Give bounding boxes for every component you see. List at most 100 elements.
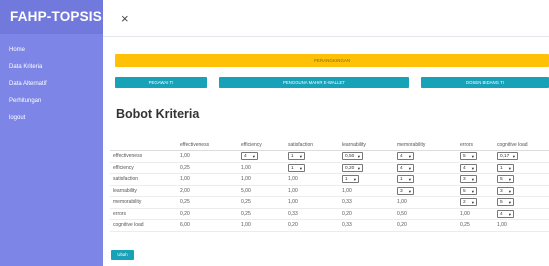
comparison-select[interactable]: 3 ▾ xyxy=(460,175,477,184)
select-value: 5 xyxy=(500,177,503,183)
column-header xyxy=(110,139,177,151)
chevron-down-icon: ▾ xyxy=(471,188,474,194)
table-cell: 3 ▾ xyxy=(494,185,549,197)
cell-value: 0,20 xyxy=(180,210,190,217)
page-title: Bobot Kriteria xyxy=(116,107,200,121)
cell-value: 0,50 xyxy=(397,210,407,217)
table-cell: 0,25 xyxy=(238,196,285,209)
table-cell: 1,00 xyxy=(238,173,285,186)
sidebar-item-data-kriteria[interactable]: Data Kriteria xyxy=(0,59,103,76)
chevron-down-icon: ▾ xyxy=(353,177,356,183)
comparison-select[interactable]: 4 ▾ xyxy=(241,152,258,161)
perangkingan-button[interactable]: PERANGKINGAN xyxy=(115,54,549,67)
comparison-select[interactable]: 0,20 ▾ xyxy=(342,163,363,172)
select-value: 2 xyxy=(463,200,466,206)
select-value: 1 xyxy=(345,177,348,183)
cell-value: 6,00 xyxy=(180,222,190,229)
chevron-down-icon: ▾ xyxy=(508,188,511,194)
cell-value: 1,00 xyxy=(288,199,298,206)
table-cell: 1 ▾ xyxy=(285,162,339,174)
table-cell: 0,50 ▾ xyxy=(339,150,394,163)
row-label: efficiency xyxy=(110,162,177,174)
cell-value: 1,00 xyxy=(342,187,352,194)
table-row: learnability 2,00 5,00 1,00 1,00 3 ▾ 5 ▾ 3 ▾ xyxy=(110,185,549,197)
row-label: cognitive load xyxy=(110,219,177,232)
comparison-select[interactable]: 0,17 ▾ xyxy=(497,152,518,161)
table-cell: 4 ▾ xyxy=(394,150,457,163)
comparison-select[interactable]: 3 ▾ xyxy=(497,186,514,195)
select-value: 5 xyxy=(463,188,466,194)
table-cell: 1,00 xyxy=(177,150,238,163)
comparison-select[interactable]: 3 ▾ xyxy=(397,186,414,195)
column-header: satisfaction xyxy=(285,139,339,151)
comparison-select[interactable]: 5 ▾ xyxy=(460,152,477,161)
cell-value: 1,00 xyxy=(241,176,251,183)
select-value: 1 xyxy=(291,165,294,171)
comparison-select[interactable]: 2 ▾ xyxy=(460,198,477,207)
cell-value: 1,00 xyxy=(241,164,251,171)
chevron-down-icon: ▾ xyxy=(408,177,411,183)
column-header: cognitive load xyxy=(494,139,549,151)
table-cell: 1,00 xyxy=(238,219,285,232)
ubah-button[interactable]: Ubah xyxy=(111,250,134,260)
table-cell: 3 ▾ xyxy=(394,185,457,197)
close-icon[interactable]: × xyxy=(121,12,129,25)
select-value: 3 xyxy=(463,177,466,183)
table-cell: 0,20 xyxy=(177,208,238,220)
comparison-select[interactable]: 1 ▾ xyxy=(497,163,514,172)
column-header: learnability xyxy=(339,139,394,151)
table-cell: 1,00 xyxy=(339,185,394,197)
table-cell: 1,00 xyxy=(177,173,238,186)
cell-value: 1,00 xyxy=(460,210,470,217)
row-label: satisfaction xyxy=(110,173,177,186)
chevron-down-icon: ▾ xyxy=(471,165,474,171)
cell-value: 1,00 xyxy=(288,176,298,183)
table-cell: 0,25 xyxy=(457,219,494,232)
table-cell: 0,20 xyxy=(285,219,339,232)
cell-value: 0,25 xyxy=(241,199,251,206)
cell-value: 1,00 xyxy=(397,199,407,206)
table-cell: 1,00 xyxy=(457,208,494,220)
chevron-down-icon: ▾ xyxy=(408,165,411,171)
comparison-select[interactable]: 1 ▾ xyxy=(288,163,305,172)
table-row: memorability 0,25 0,25 1,00 0,33 1,00 2 ▾ 5 ▾ xyxy=(110,196,549,209)
comparison-select[interactable]: 4 ▾ xyxy=(460,163,477,172)
comparison-select[interactable]: 5 ▾ xyxy=(497,198,514,207)
table-row: errors 0,20 0,25 0,33 0,20 0,50 1,00 4 ▾ xyxy=(110,208,549,220)
comparison-select[interactable]: 4 ▾ xyxy=(397,163,414,172)
table-cell: 1 ▾ xyxy=(494,162,549,174)
comparison-select[interactable]: 5 ▾ xyxy=(497,175,514,184)
comparison-select[interactable]: 4 ▾ xyxy=(497,209,514,218)
dosen-bidang-ti-button[interactable]: DOSEN BIDANG TI xyxy=(421,77,549,88)
chevron-down-icon: ▾ xyxy=(508,211,511,217)
sidebar-item-home[interactable]: Home xyxy=(0,42,103,59)
table-cell: 0,50 xyxy=(394,208,457,220)
table-cell: 0,20 ▾ xyxy=(339,162,394,174)
pegawai-ti-button[interactable]: PEGAWAI TI xyxy=(115,77,207,88)
comparison-select[interactable]: 4 ▾ xyxy=(397,152,414,161)
comparison-select[interactable]: 1 ▾ xyxy=(288,152,305,161)
chevron-down-icon: ▾ xyxy=(471,154,474,160)
chevron-down-icon: ▾ xyxy=(299,154,302,160)
sidebar-item-logout[interactable]: logout xyxy=(0,110,103,127)
table-cell: 0,17 ▾ xyxy=(494,150,549,163)
sidebar-item-data-alternatif[interactable]: Data Alternatif xyxy=(0,76,103,93)
table-cell: 1 ▾ xyxy=(285,150,339,163)
comparison-select[interactable]: 1 ▾ xyxy=(342,175,359,184)
column-header: memorability xyxy=(394,139,457,151)
pengguna-mahir-ewallet-button[interactable]: PENGGUNA MAHIR E-WALLET xyxy=(219,77,409,88)
table-cell: 1,00 xyxy=(285,173,339,186)
table-cell: 5 ▾ xyxy=(457,150,494,163)
row-label: errors xyxy=(110,208,177,220)
comparison-select[interactable]: 0,50 ▾ xyxy=(342,152,363,161)
comparison-select[interactable]: 1 ▾ xyxy=(397,175,414,184)
cell-value: 0,25 xyxy=(460,222,470,229)
sidebar-item-perhitungan[interactable]: Perhitungan xyxy=(0,93,103,110)
select-value: 3 xyxy=(500,188,503,194)
select-value: 0,17 xyxy=(500,154,510,160)
table-header-row: effectiveness efficiency satisfaction le… xyxy=(110,139,549,151)
comparison-select[interactable]: 5 ▾ xyxy=(460,186,477,195)
chevron-down-icon: ▾ xyxy=(471,200,474,206)
table-row: satisfaction 1,00 1,00 1,00 1 ▾ 1 ▾ 3 ▾ 5 ▾ xyxy=(110,173,549,186)
brand-title: FAHP-TOPSIS xyxy=(0,0,103,34)
